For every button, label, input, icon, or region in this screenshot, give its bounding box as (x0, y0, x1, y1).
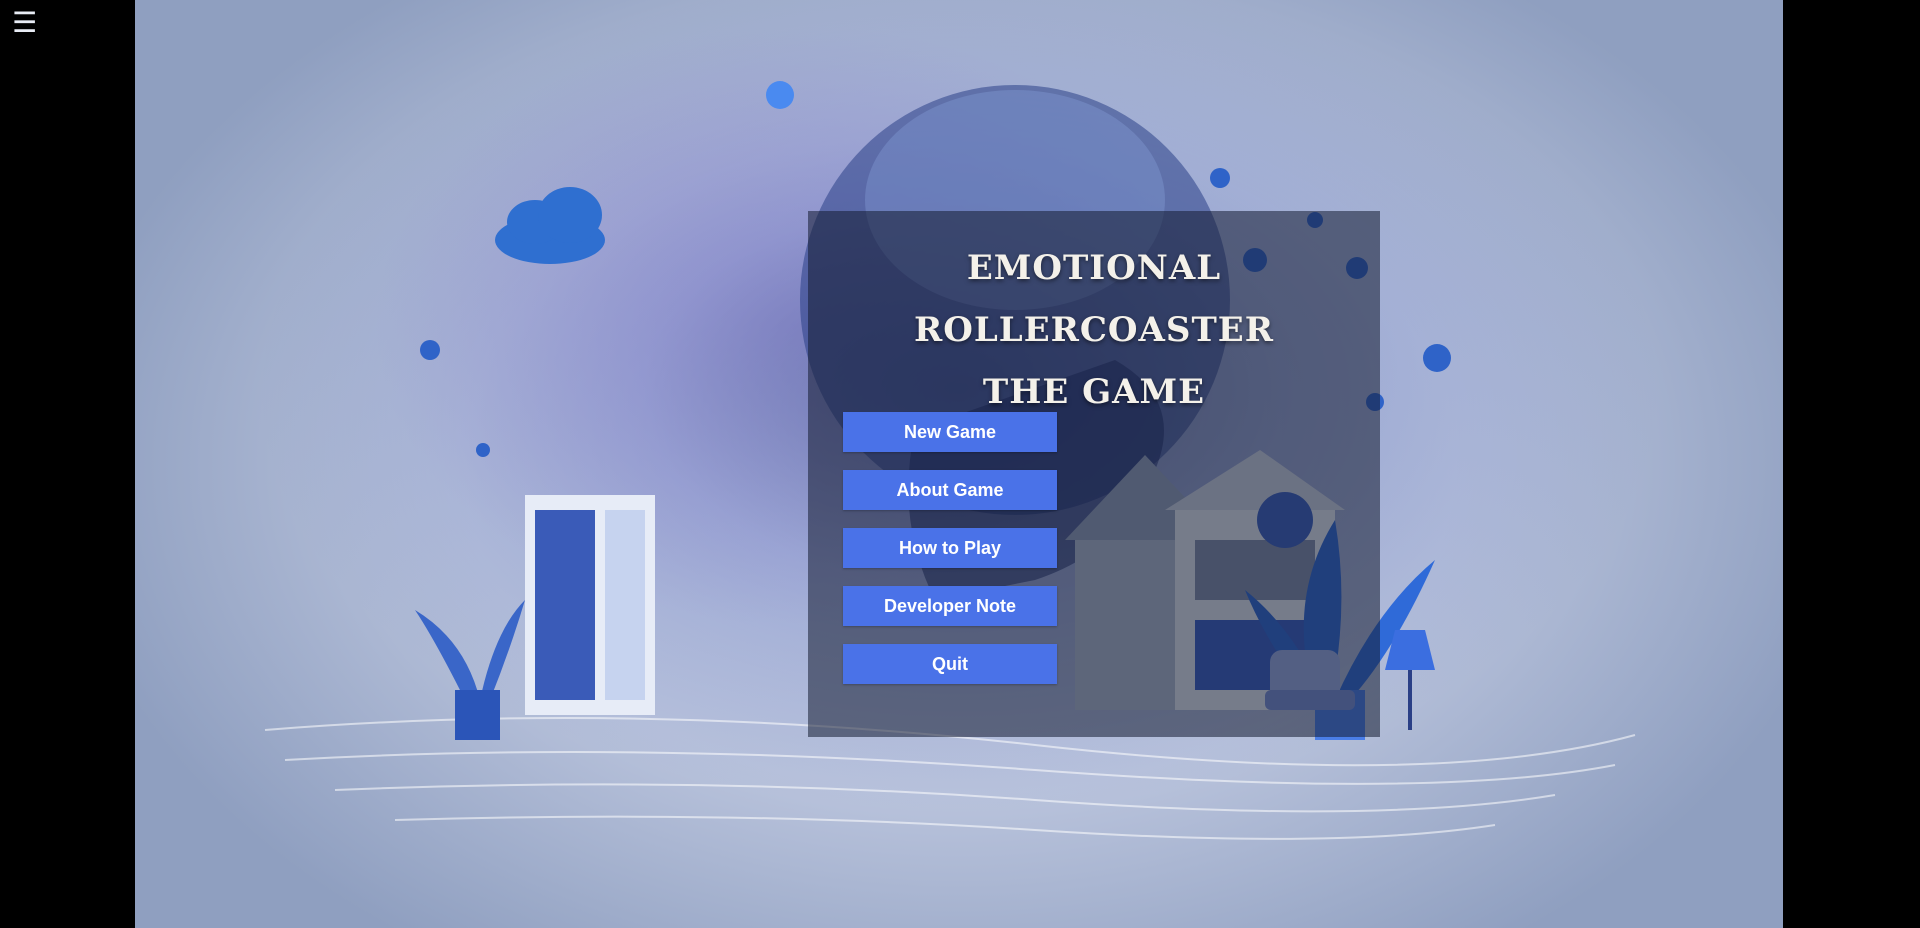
background-artwork: EMOTIONAL ROLLERCOASTER THE GAME New Gam… (135, 0, 1783, 928)
main-menu: New Game About Game How to Play Develope… (843, 412, 1057, 684)
cloud-art (495, 187, 605, 264)
how-to-play-button[interactable]: How to Play (843, 528, 1057, 568)
game-title-line-1: EMOTIONAL ROLLERCOASTER (914, 248, 1274, 350)
about-game-button[interactable]: About Game (843, 470, 1057, 510)
hamburger-menu-icon[interactable]: ☰ (12, 6, 37, 40)
new-game-button[interactable]: New Game (843, 412, 1057, 452)
game-title: EMOTIONAL ROLLERCOASTER THE GAME (808, 237, 1380, 423)
title-panel: EMOTIONAL ROLLERCOASTER THE GAME New Gam… (808, 211, 1380, 737)
developer-note-button[interactable]: Developer Note (843, 586, 1057, 626)
quit-button[interactable]: Quit (843, 644, 1057, 684)
left-building-art (525, 495, 655, 715)
